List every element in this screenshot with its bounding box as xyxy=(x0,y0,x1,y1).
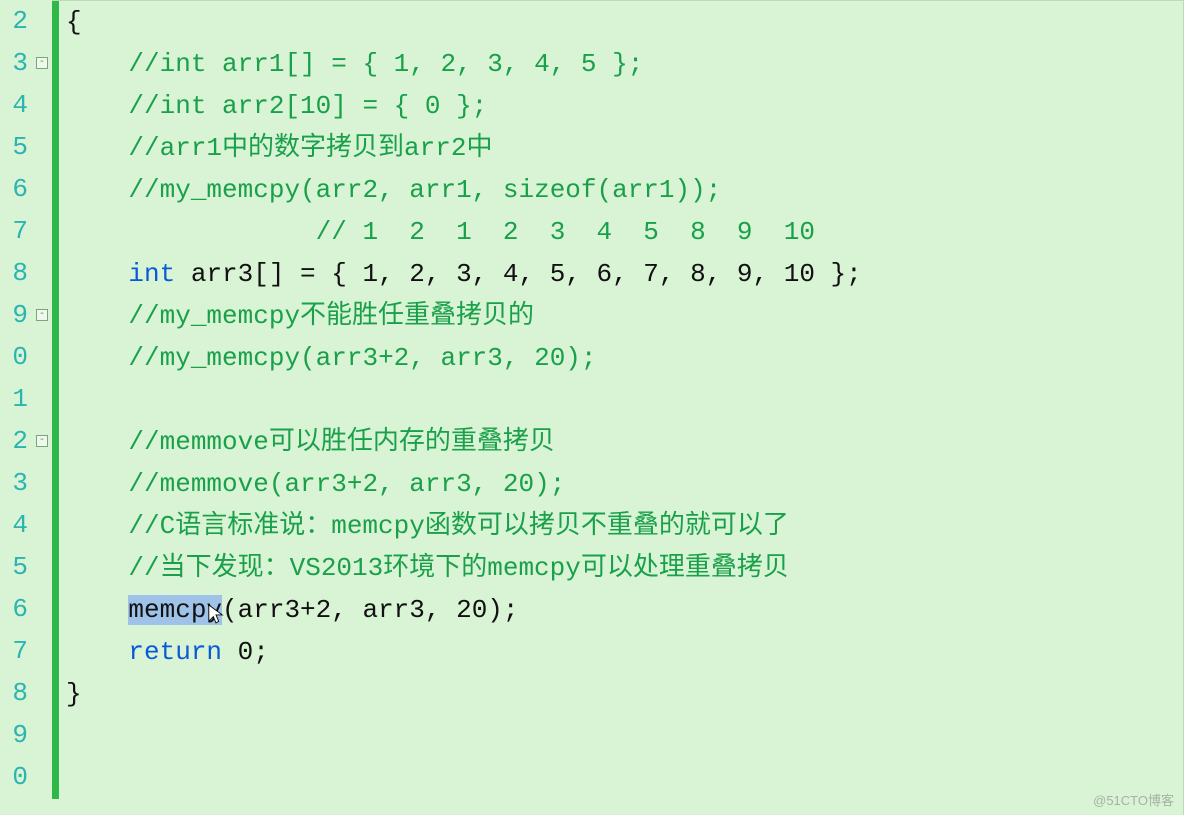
line-number: 7 xyxy=(0,630,34,672)
code-line[interactable]: //arr1中的数字拷贝到arr2中 xyxy=(66,127,1183,169)
token-plain: } xyxy=(66,679,82,709)
line-number: 3 xyxy=(0,42,34,84)
fold-toggle-icon[interactable]: - xyxy=(36,309,48,321)
code-line[interactable]: return 0; xyxy=(66,631,1183,673)
code-line[interactable]: //int arr1[] = { 1, 2, 3, 4, 5 }; xyxy=(66,43,1183,85)
code-line[interactable]: //my_memcpy不能胜任重叠拷贝的 xyxy=(66,295,1183,337)
line-number: 9 xyxy=(0,714,34,756)
line-number: 4 xyxy=(0,504,34,546)
fold-toggle-icon[interactable]: - xyxy=(36,435,48,447)
token-comment: //my_memcpy(arr3+2, arr3, 20); xyxy=(128,343,596,373)
watermark-text: @51CTO博客 xyxy=(1093,790,1174,809)
change-indicator-bar xyxy=(52,1,59,799)
code-line[interactable]: //my_memcpy(arr2, arr1, sizeof(arr1)); xyxy=(66,169,1183,211)
code-line[interactable]: } xyxy=(66,673,1183,715)
code-line[interactable]: //当下发现：VS2013环境下的memcpy可以处理重叠拷贝 xyxy=(66,547,1183,589)
code-line[interactable] xyxy=(66,757,1183,799)
token-comment: //C语言标准说：memcpy函数可以拷贝不重叠的就可以了 xyxy=(128,511,788,541)
token-keyword: return xyxy=(128,637,222,667)
line-number: 0 xyxy=(0,756,34,798)
token-keyword: int xyxy=(128,259,175,289)
line-number: 9 xyxy=(0,294,34,336)
line-number: 1 xyxy=(0,378,34,420)
token-comment: //int arr1[] = { 1, 2, 3, 4, 5 }; xyxy=(128,49,643,79)
token-plain: (arr3+2, arr3, 20); xyxy=(222,595,518,625)
code-line[interactable]: //int arr2[10] = { 0 }; xyxy=(66,85,1183,127)
line-number: 2 xyxy=(0,0,34,42)
code-line[interactable]: { xyxy=(66,1,1183,43)
token-comment: // 1 2 1 2 3 4 5 8 9 10 xyxy=(128,217,815,247)
line-number: 7 xyxy=(0,210,34,252)
token-comment: //my_memcpy(arr2, arr1, sizeof(arr1)); xyxy=(128,175,721,205)
code-line[interactable] xyxy=(66,379,1183,421)
token-comment: //arr1中的数字拷贝到arr2中 xyxy=(128,133,492,163)
token-comment: //memmove可以胜任内存的重叠拷贝 xyxy=(128,427,554,457)
code-line[interactable]: //C语言标准说：memcpy函数可以拷贝不重叠的就可以了 xyxy=(66,505,1183,547)
line-number: 6 xyxy=(0,588,34,630)
line-number: 0 xyxy=(0,336,34,378)
code-line[interactable]: // 1 2 1 2 3 4 5 8 9 10 xyxy=(66,211,1183,253)
token-plain: { xyxy=(66,7,82,37)
line-number: 8 xyxy=(0,252,34,294)
line-number: 5 xyxy=(0,126,34,168)
code-line[interactable]: int arr3[] = { 1, 2, 3, 4, 5, 6, 7, 8, 9… xyxy=(66,253,1183,295)
code-editor[interactable]: { //int arr1[] = { 1, 2, 3, 4, 5 }; //in… xyxy=(52,0,1184,815)
token-comment: //my_memcpy不能胜任重叠拷贝的 xyxy=(128,301,534,331)
line-number-gutter: 2345678901234567890 xyxy=(0,0,34,815)
token-plain: 0; xyxy=(222,637,269,667)
line-number: 4 xyxy=(0,84,34,126)
code-line[interactable]: //memmove(arr3+2, arr3, 20); xyxy=(66,463,1183,505)
token-comment: //当下发现：VS2013环境下的memcpy可以处理重叠拷贝 xyxy=(128,553,788,583)
line-number: 3 xyxy=(0,462,34,504)
token-comment: //memmove(arr3+2, arr3, 20); xyxy=(128,469,565,499)
code-line[interactable] xyxy=(66,715,1183,757)
token-plain: arr3[] = { 1, 2, 3, 4, 5, 6, 7, 8, 9, 10… xyxy=(175,259,862,289)
line-number: 2 xyxy=(0,420,34,462)
line-number: 8 xyxy=(0,672,34,714)
code-line[interactable]: //my_memcpy(arr3+2, arr3, 20); xyxy=(66,337,1183,379)
code-line[interactable]: //memmove可以胜任内存的重叠拷贝 xyxy=(66,421,1183,463)
fold-toggle-icon[interactable]: - xyxy=(36,57,48,69)
line-number: 5 xyxy=(0,546,34,588)
code-line[interactable]: memcpy(arr3+2, arr3, 20); xyxy=(66,589,1183,631)
line-number: 6 xyxy=(0,168,34,210)
selected-text: memcpy xyxy=(128,595,222,625)
token-comment: //int arr2[10] = { 0 }; xyxy=(128,91,487,121)
fold-column: - - - xyxy=(34,0,52,815)
